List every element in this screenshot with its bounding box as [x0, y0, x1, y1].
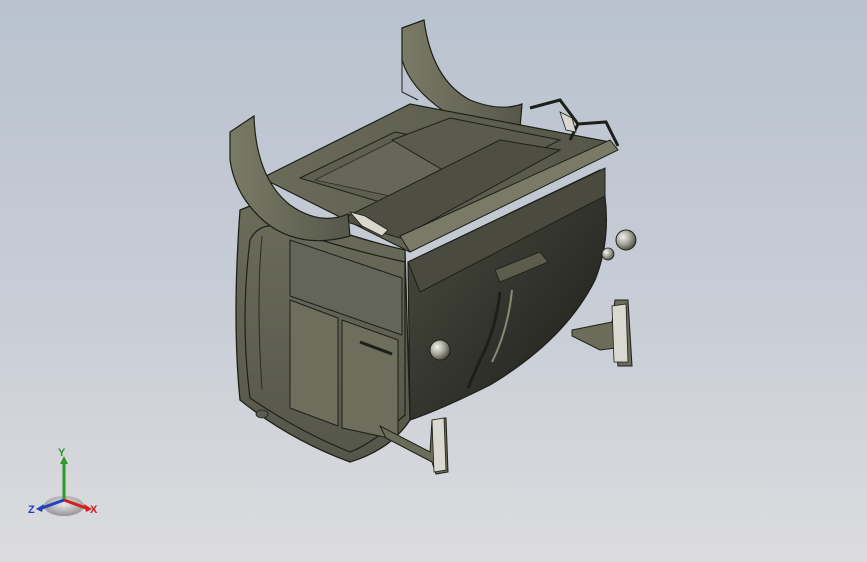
graphics-viewport[interactable]: Y X Z [0, 0, 867, 562]
triad-y-label: Y [58, 447, 66, 459]
3d-model-icon[interactable] [0, 0, 867, 562]
knob-left [429, 339, 451, 361]
knob-right [615, 229, 637, 251]
triad-z-label: Z [28, 504, 35, 516]
view-triad[interactable]: Y X Z [24, 448, 104, 526]
triad-x-label: X [90, 504, 98, 516]
